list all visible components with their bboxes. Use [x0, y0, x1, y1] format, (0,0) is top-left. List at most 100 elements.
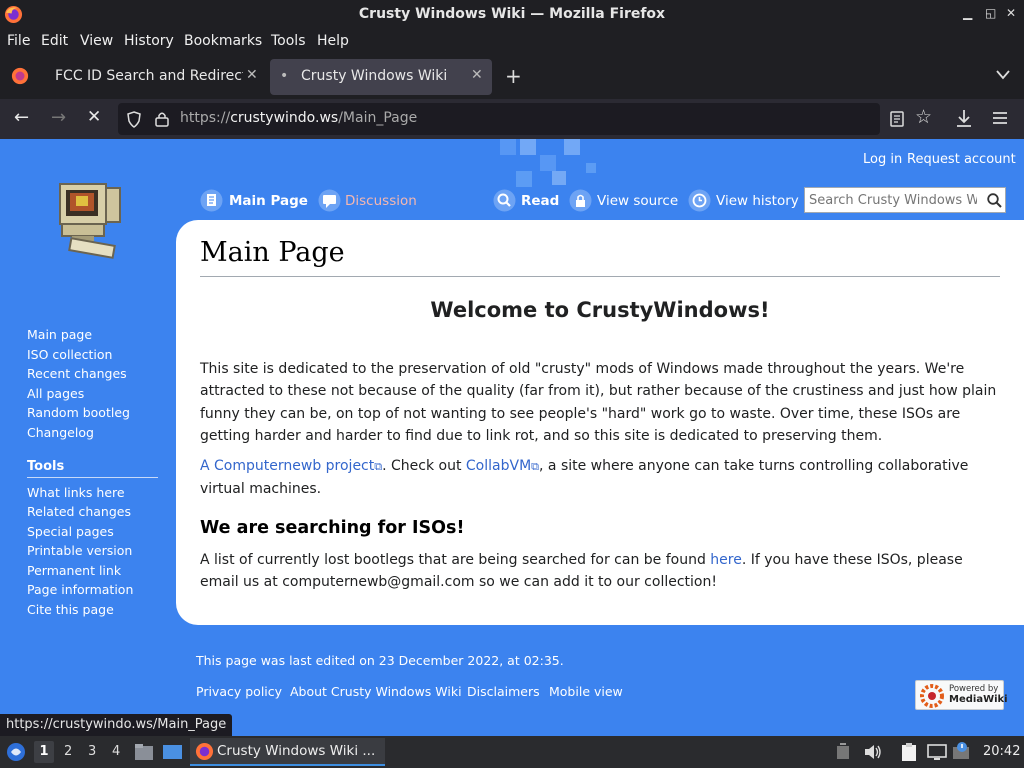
intro-paragraph: This site is dedicated to the preservati…	[200, 361, 997, 444]
tracking-shield-icon[interactable]	[126, 111, 142, 128]
sidebar-item-printable-version[interactable]: Printable version	[27, 543, 132, 558]
menu-edit[interactable]: Edit	[41, 33, 68, 49]
sidebar-item-main-page[interactable]: Main page	[27, 327, 92, 342]
clock: 20:42	[983, 744, 1021, 759]
tab-main-page[interactable]: Main Page	[229, 193, 308, 209]
menu-tools[interactable]: Tools	[271, 33, 306, 49]
collabvm-link[interactable]: CollabVM⧉	[466, 458, 539, 474]
lock-icon[interactable]	[155, 111, 169, 127]
external-link-icon: ⧉	[531, 460, 540, 473]
sidebar-item-random-bootleg[interactable]: Random bootleg	[27, 405, 130, 420]
back-icon[interactable]: ←	[14, 107, 29, 128]
footer-disclaimers[interactable]: Disclaimers	[467, 684, 540, 699]
powered-by-mediawiki-badge[interactable]: Powered by MediaWiki	[915, 680, 1008, 710]
wiki-logo[interactable]	[50, 176, 126, 262]
sidebar-item-all-pages[interactable]: All pages	[27, 386, 84, 401]
clipboard-icon[interactable]	[900, 742, 918, 762]
sidebar-item-related-changes[interactable]: Related changes	[27, 504, 131, 519]
navigation-bar: ← → ✕ https://crustywindo.ws/Main_Page ☆	[0, 99, 1024, 139]
tab-label: FCC ID Search and Redirecti	[55, 68, 243, 84]
show-desktop-icon[interactable]	[162, 743, 183, 761]
workspace-4[interactable]: 4	[112, 744, 120, 759]
here-link[interactable]: here	[710, 552, 742, 568]
external-link-icon: ⧉	[374, 460, 383, 473]
workspace-2[interactable]: 2	[64, 744, 72, 759]
forward-icon[interactable]: →	[51, 107, 66, 128]
network-icon[interactable]	[927, 743, 947, 761]
menu-bookmarks[interactable]: Bookmarks	[184, 33, 262, 49]
discussion-icon	[318, 189, 341, 212]
sidebar-item-permanent-link[interactable]: Permanent link	[27, 563, 121, 578]
menu-help[interactable]: Help	[317, 33, 349, 49]
trash-icon[interactable]	[836, 743, 850, 760]
sidebar-item-iso-collection[interactable]: ISO collection	[27, 347, 112, 362]
window-titlebar: Crusty Windows Wiki — Mozilla Firefox ▁ …	[0, 0, 1024, 29]
downloads-icon[interactable]	[955, 109, 973, 128]
tab-label: Crusty Windows Wiki	[301, 68, 448, 84]
page-icon	[200, 189, 223, 212]
menu-bar: File Edit View History Bookmarks Tools H…	[0, 29, 1024, 55]
wiki-search-box[interactable]	[804, 187, 1006, 213]
sidebar-tools-heading: Tools	[27, 459, 65, 474]
footer-about[interactable]: About Crusty Windows Wiki	[290, 684, 462, 699]
menu-history[interactable]: History	[124, 33, 174, 49]
menu-file[interactable]: File	[7, 33, 30, 49]
window-title: Crusty Windows Wiki — Mozilla Firefox	[358, 6, 666, 22]
footer-privacy-policy[interactable]: Privacy policy	[196, 684, 282, 699]
sidebar-item-cite-this-page[interactable]: Cite this page	[27, 602, 114, 617]
read-icon	[493, 189, 516, 212]
tab-fcc-id[interactable]: FCC ID Search and Redirecti ✕	[43, 59, 265, 95]
menu-view[interactable]: View	[80, 33, 113, 49]
tab-loading-icon: •	[280, 68, 289, 84]
taskbar-window-firefox[interactable]: Crusty Windows Wiki ...	[190, 738, 385, 766]
tab-view-history[interactable]: View history	[716, 193, 799, 209]
status-url-tooltip: https://crustywindo.ws/Main_Page	[0, 714, 233, 736]
searching-heading: We are searching for ISOs!	[200, 518, 465, 538]
sidebar-item-changelog[interactable]: Changelog	[27, 425, 94, 440]
last-edited-text: This page was last edited on 23 December…	[196, 653, 564, 668]
view-source-icon	[569, 189, 592, 212]
list-tabs-icon[interactable]	[996, 70, 1010, 80]
taskbar: 1 2 3 4 Crusty Windows Wiki ... 20:42	[0, 736, 1024, 768]
tab-bar: FCC ID Search and Redirecti ✕ • Crusty W…	[0, 55, 1024, 99]
maximize-icon[interactable]: ◱	[985, 6, 996, 20]
firefox-icon	[195, 742, 214, 761]
project-paragraph: A Computernewb project⧉. Check out Colla…	[200, 458, 969, 498]
url-text[interactable]: https://crustywindo.ws/Main_Page	[180, 110, 417, 126]
web-page: Log in Request account Main Page Discuss…	[0, 139, 1024, 736]
sidebar-item-recent-changes[interactable]: Recent changes	[27, 366, 127, 381]
app-menu-icon[interactable]	[992, 111, 1008, 125]
file-manager-icon[interactable]	[134, 743, 154, 761]
tab-crusty-windows-wiki[interactable]: • Crusty Windows Wiki ✕	[270, 59, 492, 95]
search-icon[interactable]	[987, 193, 1002, 208]
bookmark-star-icon[interactable]: ☆	[915, 106, 932, 128]
new-tab-icon[interactable]: +	[505, 64, 522, 88]
wiki-search-input[interactable]	[805, 188, 981, 212]
login-link[interactable]: Log in	[863, 152, 902, 167]
stop-loading-icon[interactable]: ✕	[87, 107, 101, 127]
workspace-1[interactable]: 1	[34, 741, 54, 763]
page-title: Main Page	[200, 237, 345, 268]
notification-icon[interactable]	[952, 741, 972, 761]
start-menu-icon[interactable]	[6, 742, 26, 762]
sidebar-item-page-information[interactable]: Page information	[27, 582, 133, 597]
url-bar[interactable]: https://crustywindo.ws/Main_Page ☆	[118, 103, 932, 135]
minimize-icon[interactable]: ▁	[963, 6, 972, 20]
computernewb-project-link[interactable]: A Computernewb project⧉	[200, 458, 382, 474]
sidebar-item-special-pages[interactable]: Special pages	[27, 524, 114, 539]
volume-icon[interactable]	[864, 744, 882, 760]
tab-close-icon[interactable]: ✕	[246, 67, 258, 83]
workspace-3[interactable]: 3	[88, 744, 96, 759]
close-window-icon[interactable]: ✕	[1006, 6, 1016, 20]
tab-discussion[interactable]: Discussion	[345, 193, 417, 209]
tab-view-source[interactable]: View source	[597, 193, 678, 209]
tab-close-icon[interactable]: ✕	[471, 67, 483, 83]
reader-view-icon[interactable]	[890, 111, 904, 127]
firefox-view-icon[interactable]	[11, 67, 29, 85]
mediawiki-text: MediaWiki	[949, 694, 1008, 705]
powered-by-text: Powered by	[949, 684, 999, 694]
sidebar-item-what-links-here[interactable]: What links here	[27, 485, 125, 500]
footer-mobile-view[interactable]: Mobile view	[549, 684, 623, 699]
tab-read[interactable]: Read	[521, 193, 559, 209]
request-account-link[interactable]: Request account	[907, 152, 1016, 167]
